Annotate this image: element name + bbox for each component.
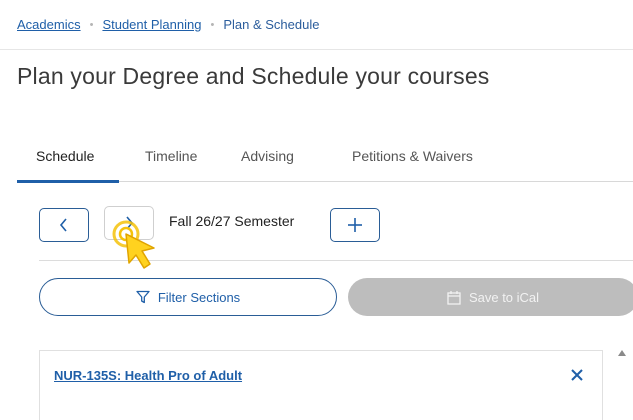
tab-schedule[interactable]: Schedule <box>36 148 94 164</box>
breadcrumb-academics[interactable]: Academics <box>17 17 81 32</box>
breadcrumb: Academics • Student Planning • Plan & Sc… <box>0 0 633 50</box>
next-term-button[interactable] <box>104 206 154 240</box>
filter-sections-button[interactable]: Filter Sections <box>39 278 337 316</box>
plus-icon <box>348 218 362 232</box>
section-divider <box>39 260 633 261</box>
filter-icon <box>136 290 150 304</box>
course-card: NUR-135S: Health Pro of Adult <box>39 350 603 420</box>
chevron-left-icon <box>59 218 67 232</box>
tab-petitions-waivers[interactable]: Petitions & Waivers <box>352 148 473 164</box>
page-title: Plan your Degree and Schedule your cours… <box>17 63 490 89</box>
semester-label: Fall 26/27 Semester <box>169 213 295 229</box>
close-icon <box>571 369 583 381</box>
active-tab-indicator <box>17 180 119 183</box>
remove-course-button[interactable] <box>571 365 583 386</box>
save-to-ical-button[interactable]: Save to iCal <box>348 278 633 316</box>
breadcrumb-separator: • <box>210 18 215 31</box>
breadcrumb-plan-schedule: Plan & Schedule <box>223 17 320 32</box>
filter-sections-label: Filter Sections <box>157 289 241 305</box>
previous-term-button[interactable] <box>39 208 89 242</box>
tab-advising[interactable]: Advising <box>241 148 294 164</box>
chevron-right-icon <box>126 216 134 230</box>
save-to-ical-label: Save to iCal <box>468 289 540 305</box>
tab-timeline[interactable]: Timeline <box>145 148 197 164</box>
add-term-button[interactable] <box>330 208 380 242</box>
breadcrumb-separator: • <box>89 18 94 31</box>
calendar-icon <box>447 290 461 305</box>
scroll-up-arrow[interactable] <box>618 350 626 356</box>
course-link[interactable]: NUR-135S: Health Pro of Adult <box>54 368 242 383</box>
breadcrumb-student-planning[interactable]: Student Planning <box>102 17 201 32</box>
tab-bar: Schedule Timeline Advising Petitions & W… <box>17 138 633 183</box>
